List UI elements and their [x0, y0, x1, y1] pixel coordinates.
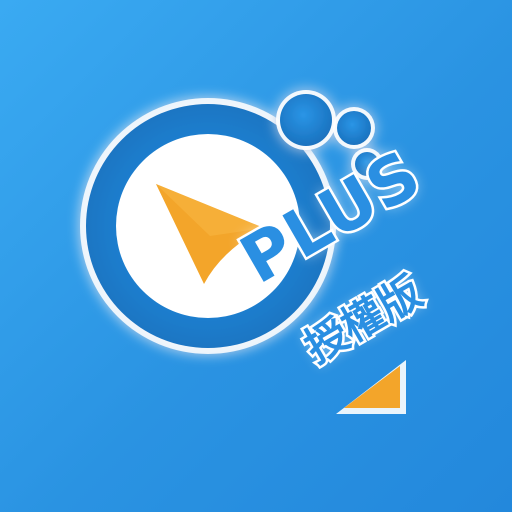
corner-triangle-icon	[336, 360, 406, 414]
app-icon: PLUS 授權版	[0, 0, 512, 512]
